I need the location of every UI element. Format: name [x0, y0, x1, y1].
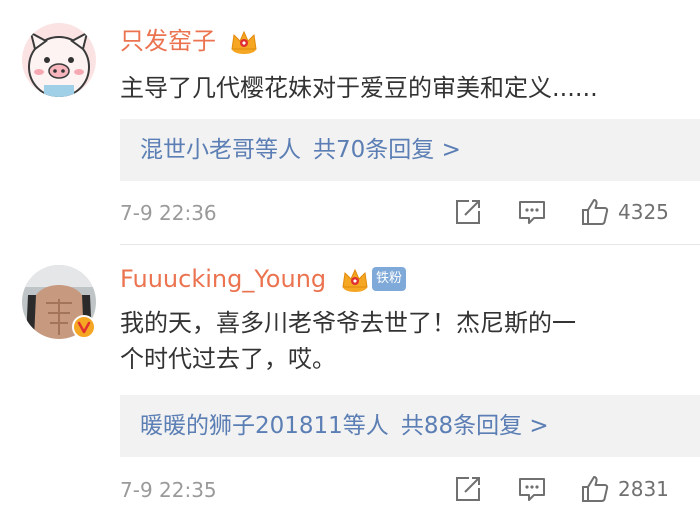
crown-badge-icon: [229, 29, 259, 55]
replies-users[interactable]: 暖暖的狮子201811等人: [140, 413, 389, 439]
like-button[interactable]: [580, 474, 610, 504]
like-button[interactable]: [580, 197, 610, 227]
comment-icon: [519, 478, 545, 501]
replies-users[interactable]: 混世小老哥等人: [140, 137, 301, 163]
share-button[interactable]: [453, 474, 483, 504]
comment-text: 主导了几代樱花妹对于爱豆的审美和定义......: [120, 74, 598, 102]
like-count: 2831: [618, 477, 669, 501]
comment-text-line: 我的天，喜多川老爷爷去世了！杰尼斯的一: [120, 309, 576, 337]
comment-button[interactable]: [517, 197, 547, 227]
like-count: 4325: [618, 200, 669, 224]
thumbs-up-icon: [582, 199, 609, 225]
comment-text: 我的天，喜多川老爷爷去世了！杰尼斯的一 个时代过去了，哎。: [120, 305, 576, 377]
replies-count[interactable]: 共70条回复 >: [313, 137, 461, 163]
comment-text-line: 个时代过去了，哎。: [120, 345, 336, 373]
share-icon: [456, 477, 480, 501]
comment-item: Fuuucking_Young 铁粉 我的天，喜多川老爷爷去世了！杰尼斯的一 个…: [0, 245, 700, 517]
username[interactable]: Fuuucking_Young: [120, 263, 326, 295]
verified-badge-icon: [72, 315, 96, 339]
avatar[interactable]: [22, 23, 96, 97]
comment-button[interactable]: [517, 474, 547, 504]
crown-badge-icon: [340, 267, 370, 293]
share-icon: [456, 200, 480, 224]
comment-item: 只发窑子 主导了几代樱花妹对于爱豆的审美和定义...... 混世小老哥等人 共70…: [0, 0, 700, 244]
share-button[interactable]: [453, 197, 483, 227]
replies-summary[interactable]: 混世小老哥等人 共70条回复 >: [120, 119, 700, 181]
timestamp: 7-9 22:35: [120, 478, 217, 502]
fan-badge: 铁粉: [372, 267, 406, 291]
replies-count[interactable]: 共88条回复 >: [401, 413, 549, 439]
pig-avatar-icon: [22, 23, 96, 97]
thumbs-up-icon: [582, 476, 609, 502]
replies-summary[interactable]: 暖暖的狮子201811等人 共88条回复 >: [120, 395, 700, 457]
timestamp: 7-9 22:36: [120, 201, 217, 225]
comment-icon: [519, 201, 545, 224]
username[interactable]: 只发窑子: [120, 25, 216, 57]
